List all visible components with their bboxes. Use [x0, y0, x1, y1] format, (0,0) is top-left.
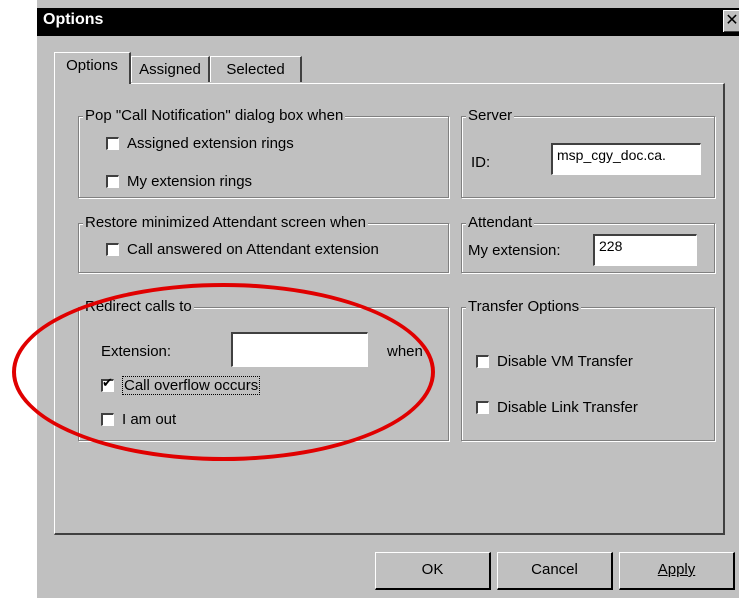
disable-vm-transfer-label: Disable VM Transfer — [497, 353, 633, 370]
redirect-extension-label: Extension: — [101, 343, 172, 360]
pop-notification-group: Pop "Call Notification" dialog box when … — [78, 107, 449, 198]
checkbox-box[interactable] — [476, 401, 489, 414]
checkbox-box[interactable] — [101, 413, 114, 426]
my-extension-rings-label: My extension rings — [127, 173, 253, 190]
disable-link-transfer-label: Disable Link Transfer — [497, 399, 638, 416]
restore-legend: Restore minimized Attendant screen when — [83, 214, 368, 231]
when-label: when — [387, 343, 423, 360]
ok-button[interactable]: OK — [375, 552, 491, 590]
checkbox-box[interactable] — [101, 376, 114, 392]
server-group: Server ID: msp_cgy_doc.ca. — [461, 107, 715, 198]
cancel-button[interactable]: Cancel — [497, 552, 613, 590]
tab-options-label: Options — [66, 57, 118, 74]
redirect-calls-legend: Redirect calls to — [83, 298, 194, 315]
redirect-calls-group: Redirect calls to Extension: when Call o… — [78, 298, 449, 441]
server-legend: Server — [466, 107, 515, 124]
assigned-extension-rings-label: Assigned extension rings — [127, 135, 294, 152]
restore-group: Restore minimized Attendant screen when … — [78, 214, 449, 273]
call-overflow-checkbox[interactable]: Call overflow occurs — [101, 376, 261, 395]
pop-notification-legend: Pop "Call Notification" dialog box when — [83, 107, 346, 124]
tab-selected-label: Selected — [226, 61, 285, 78]
server-id-label: ID: — [471, 154, 491, 171]
transfer-options-group: Transfer Options Disable VM Transfer Dis… — [461, 298, 715, 441]
disable-vm-transfer-checkbox[interactable]: Disable VM Transfer — [476, 353, 633, 370]
call-answered-checkbox[interactable]: Call answered on Attendant extension — [106, 241, 379, 258]
transfer-options-legend: Transfer Options — [466, 298, 582, 315]
i-am-out-checkbox[interactable]: I am out — [101, 411, 176, 428]
checkbox-box[interactable] — [106, 175, 119, 188]
attendant-group: Attendant My extension: 228 — [461, 214, 715, 273]
window-title: Options — [43, 11, 104, 28]
tab-selected[interactable]: Selected — [210, 56, 302, 82]
call-answered-label: Call answered on Attendant extension — [127, 241, 379, 258]
my-extension-label: My extension: — [468, 242, 561, 259]
tab-assigned[interactable]: Assigned — [131, 56, 210, 82]
checkbox-box[interactable] — [106, 137, 119, 150]
redirect-extension-field[interactable] — [231, 332, 368, 367]
call-overflow-label: Call overflow occurs — [122, 376, 261, 395]
apply-button[interactable]: Apply — [619, 552, 735, 590]
server-id-field[interactable]: msp_cgy_doc.ca. — [551, 143, 701, 175]
assigned-extension-rings-checkbox[interactable]: Assigned extension rings — [106, 135, 294, 152]
apply-label: Apply — [657, 561, 696, 578]
options-dialog: Options ✕ Options Assigned Selected Pop … — [35, 0, 739, 598]
tab-options[interactable]: Options — [54, 52, 131, 84]
checkbox-box[interactable] — [106, 243, 119, 256]
title-bar[interactable]: Options ✕ — [37, 8, 739, 36]
tab-assigned-label: Assigned — [139, 61, 201, 78]
attendant-legend: Attendant — [466, 214, 535, 231]
my-extension-field[interactable]: 228 — [593, 234, 697, 266]
close-icon[interactable]: ✕ — [723, 10, 739, 32]
options-tab-panel: Pop "Call Notification" dialog box when … — [54, 83, 725, 535]
i-am-out-label: I am out — [122, 411, 177, 428]
checkbox-box[interactable] — [476, 355, 489, 368]
my-extension-rings-checkbox[interactable]: My extension rings — [106, 173, 252, 190]
disable-link-transfer-checkbox[interactable]: Disable Link Transfer — [476, 399, 638, 416]
